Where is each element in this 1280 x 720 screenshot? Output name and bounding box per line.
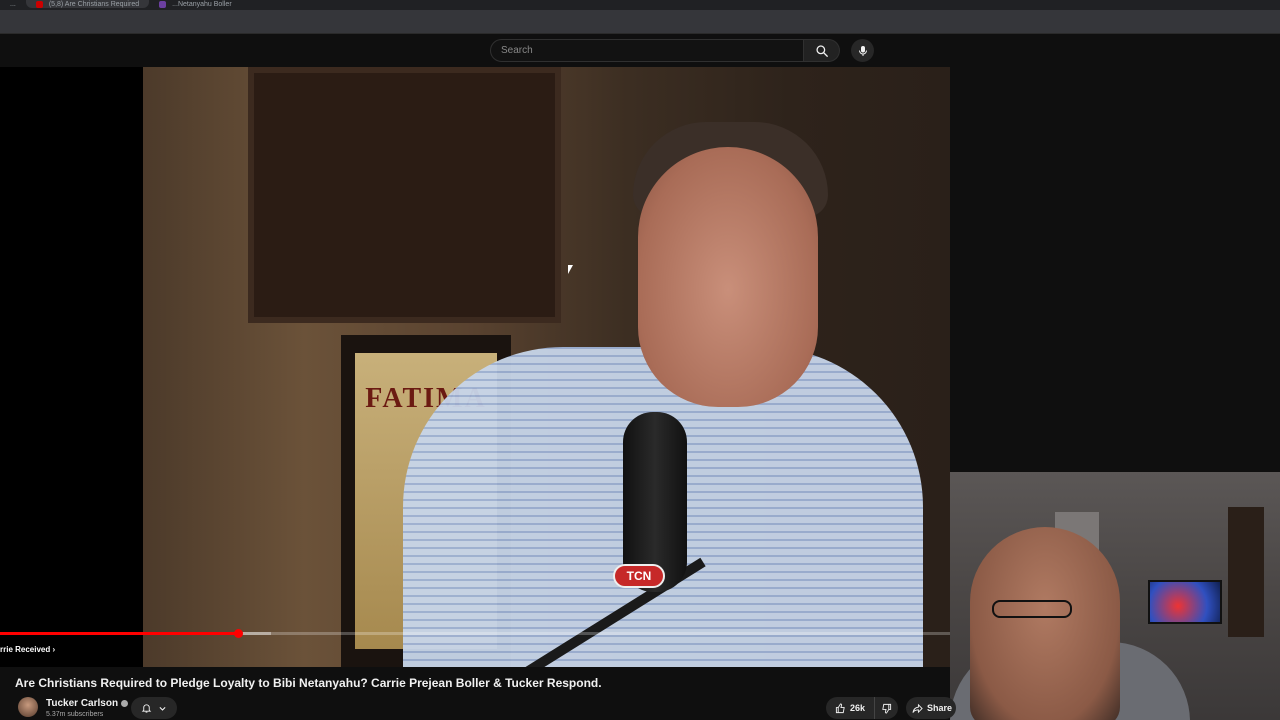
share-button[interactable]: Share	[906, 697, 956, 719]
browser-tab-strip: ... (5,8) Are Christians Required ...Net…	[0, 0, 1280, 10]
streamer-glasses	[992, 600, 1072, 618]
video-frame[interactable]: FATIMA TCN	[143, 67, 950, 667]
subscriber-count: 5.37m subscribers	[46, 711, 104, 718]
chapter-button[interactable]: rrie Received ›	[0, 645, 55, 654]
voice-search-button[interactable]	[851, 39, 874, 62]
dislike-button[interactable]	[874, 697, 898, 719]
channel-name-link[interactable]: Tucker Carlson	[46, 698, 129, 709]
verified-icon	[121, 699, 129, 707]
background-tv	[1148, 580, 1222, 624]
search-icon	[815, 44, 828, 57]
chevron-down-icon	[159, 706, 166, 711]
video-player[interactable]: FATIMA TCN rrie Received ›	[0, 67, 950, 667]
chapter-title: rrie Received	[0, 645, 51, 654]
scrubber-handle[interactable]	[233, 629, 243, 638]
share-label: Share	[927, 703, 953, 713]
webcam-overlay	[950, 472, 1280, 720]
browser-tab[interactable]: ...	[0, 0, 26, 8]
thumbs-up-icon	[835, 702, 845, 713]
host-face	[638, 147, 818, 407]
browser-tab-active[interactable]: (5,8) Are Christians Required	[25, 0, 150, 8]
youtube-favicon-icon	[35, 0, 43, 8]
tab-label: (5,8) Are Christians Required	[48, 0, 140, 8]
thumbs-down-icon	[882, 703, 892, 714]
progress-bar[interactable]	[0, 629, 950, 638]
browser-address-bar[interactable]	[0, 10, 1280, 34]
mouse-cursor-icon	[568, 265, 573, 274]
tab-favicon-icon	[159, 0, 167, 8]
background-shelf	[1228, 507, 1264, 637]
share-icon	[912, 703, 923, 713]
search-input[interactable]	[491, 40, 803, 61]
tab-label: ...Netanyahu Boller	[172, 0, 232, 8]
channel-avatar[interactable]	[18, 697, 38, 717]
notification-bell-button[interactable]	[131, 697, 177, 719]
progress-played	[0, 632, 238, 635]
tab-label: ...	[10, 0, 16, 8]
search-button[interactable]	[804, 39, 840, 62]
like-button[interactable]: 26k	[826, 697, 874, 719]
mic-logo: TCN	[613, 564, 665, 588]
bell-icon	[141, 704, 152, 713]
microphone-icon	[858, 45, 867, 56]
wall-frame	[248, 67, 561, 323]
channel-name: Tucker Carlson	[46, 698, 119, 709]
streamer-face	[970, 527, 1120, 720]
browser-tab[interactable]: ...Netanyahu Boller	[149, 0, 242, 8]
search-box	[490, 39, 804, 62]
youtube-header	[0, 34, 1280, 67]
like-count: 26k	[849, 703, 866, 713]
video-title: Are Christians Required to Pledge Loyalt…	[15, 676, 602, 690]
chevron-right-icon: ›	[52, 645, 56, 654]
